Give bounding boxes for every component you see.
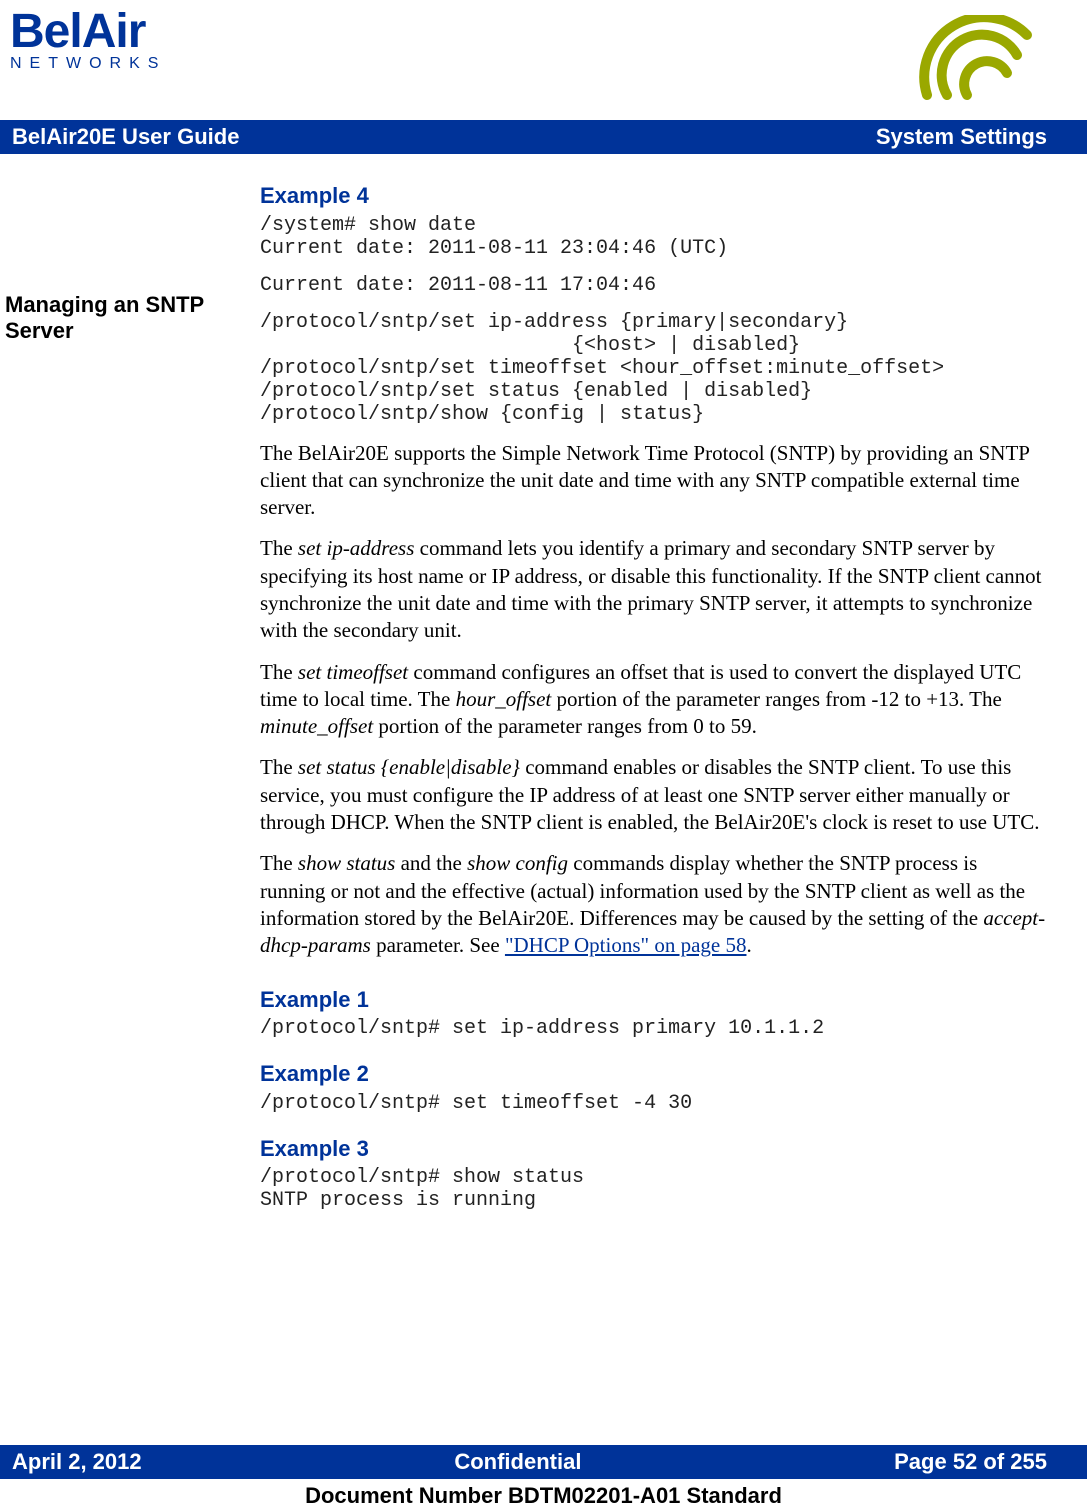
title-bar: BelAir20E User Guide System Settings: [0, 120, 1087, 154]
document-number: Document Number BDTM02201-A01 Standard: [0, 1483, 1087, 1509]
side-heading: Managing an SNTP Server: [5, 292, 245, 345]
example-4-code1: /system# show date Current date: 2011-08…: [260, 214, 1047, 260]
footer-page: Page 52 of 255: [894, 1449, 1047, 1475]
belair-logo: BelAir NETWORKS: [10, 10, 205, 100]
para-set-timeoffset: The set timeoffset command configures an…: [260, 659, 1047, 741]
example-2-heading: Example 2: [260, 1060, 1047, 1088]
example-4-code2: Current date: 2011-08-11 17:04:46: [260, 274, 1047, 297]
logo-text-bottom: NETWORKS: [10, 55, 205, 73]
logo-text-top: BelAir: [10, 10, 205, 53]
example-3-heading: Example 3: [260, 1135, 1047, 1163]
arc-logo-icon: [907, 15, 1047, 105]
footer-confidential: Confidential: [454, 1449, 581, 1475]
example-3-code: /protocol/sntp# show status SNTP process…: [260, 1166, 1047, 1212]
para-show-status: The show status and the show config comm…: [260, 850, 1047, 959]
dhcp-options-link[interactable]: "DHCP Options" on page 58: [505, 933, 747, 957]
footer-bar: April 2, 2012 Confidential Page 52 of 25…: [0, 1445, 1087, 1479]
example-1-heading: Example 1: [260, 986, 1047, 1014]
footer-date: April 2, 2012: [12, 1449, 142, 1475]
left-column: Managing an SNTP Server: [0, 174, 260, 1212]
sntp-syntax: /protocol/sntp/set ip-address {primary|s…: [260, 311, 1047, 426]
example-4-heading: Example 4: [260, 182, 1047, 210]
para-intro: The BelAir20E supports the Simple Networ…: [260, 440, 1047, 522]
example-1-code: /protocol/sntp# set ip-address primary 1…: [260, 1017, 1047, 1040]
para-set-status: The set status {enable|disable} command …: [260, 754, 1047, 836]
section-title: System Settings: [876, 124, 1047, 150]
right-column: Example 4 /system# show date Current dat…: [260, 174, 1047, 1212]
header: BelAir NETWORKS: [0, 0, 1087, 105]
content-area: Managing an SNTP Server Example 4 /syste…: [0, 154, 1087, 1212]
para-set-ip: The set ip-address command lets you iden…: [260, 535, 1047, 644]
example-2-code: /protocol/sntp# set timeoffset -4 30: [260, 1092, 1047, 1115]
guide-title: BelAir20E User Guide: [12, 124, 239, 150]
